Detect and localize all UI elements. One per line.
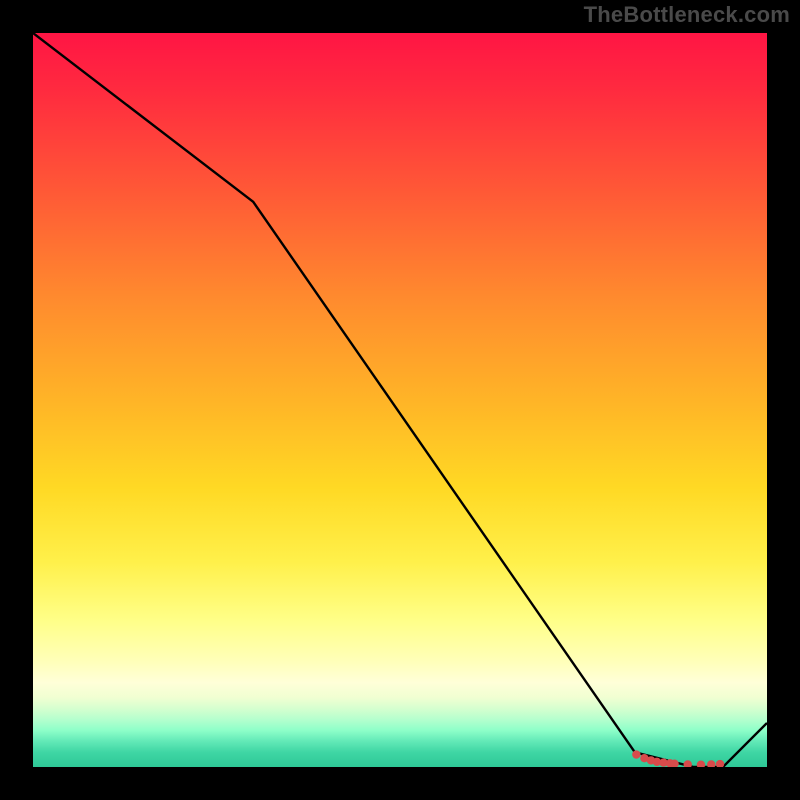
highlight-marker [684, 760, 692, 767]
plot-area [33, 33, 767, 767]
chart-frame: TheBottleneck.com [0, 0, 800, 800]
highlight-marker [632, 750, 640, 758]
chart-overlay [33, 33, 767, 767]
highlight-marker [697, 761, 705, 767]
attribution-text: TheBottleneck.com [584, 2, 790, 28]
highlight-markers [632, 750, 724, 767]
curve-path [33, 33, 767, 767]
curve-line [33, 33, 767, 767]
highlight-marker [707, 760, 715, 767]
highlight-marker [716, 760, 724, 767]
